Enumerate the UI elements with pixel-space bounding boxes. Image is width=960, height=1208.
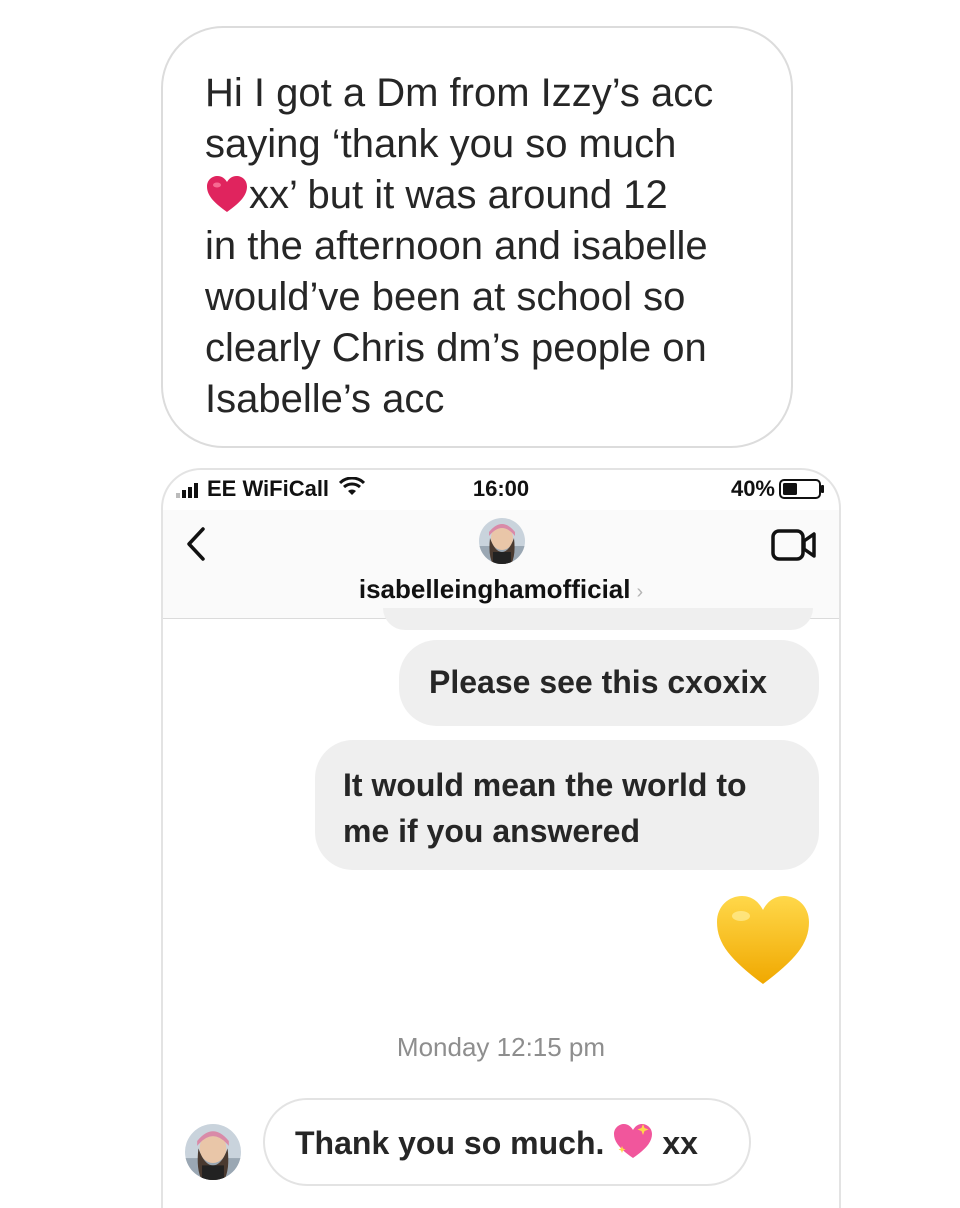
message-text: Please see this cxoxix: [429, 664, 767, 700]
video-call-icon[interactable]: [771, 528, 817, 567]
caption-text: Hi I got a Dm from Izzy’s acc saying ‘th…: [205, 68, 713, 425]
yellow-heart-icon[interactable]: [713, 890, 813, 990]
status-bar: EE WiFiCall 16:00 40%: [163, 470, 839, 510]
caption-line: Isabelle’s acc: [205, 377, 445, 421]
caption-line: saying ‘thank you so much: [205, 122, 677, 166]
sparkling-heart-icon: [612, 1122, 654, 1160]
sender-avatar[interactable]: [185, 1124, 241, 1180]
message-text: It would mean the world to: [343, 767, 747, 803]
battery-icon: [779, 479, 825, 505]
battery-percent: 40%: [730, 476, 775, 501]
back-chevron-icon[interactable]: [185, 526, 207, 567]
outgoing-message[interactable]: It would mean the world to me if you ans…: [315, 740, 819, 870]
message-timestamp: Monday 12:15 pm: [396, 1032, 606, 1062]
caption-line: Hi I got a Dm from Izzy’s acc: [205, 71, 714, 115]
caption-line: would’ve been at school so: [205, 275, 686, 319]
caption-line: in the afternoon and isabelle: [205, 224, 708, 268]
chevron-right-icon: ›: [636, 581, 644, 603]
username-text: isabelleinghamofficial: [358, 574, 631, 604]
previous-message-bubble: [383, 608, 813, 630]
profile-avatar[interactable]: [479, 518, 525, 564]
red-heart-icon: [205, 174, 249, 214]
caption-line-with-heart: xx’ but it was around 12: [205, 170, 713, 221]
incoming-message[interactable]: Thank you so much. xx: [263, 1098, 751, 1186]
outgoing-message[interactable]: Please see this cxoxix: [399, 640, 819, 726]
message-text: Thank you so much.: [295, 1125, 605, 1161]
caption-bubble: Hi I got a Dm from Izzy’s acc saying ‘th…: [161, 26, 793, 448]
chat-username[interactable]: isabelleinghamofficial ›: [163, 574, 839, 605]
caption-line: clearly Chris dm’s people on: [205, 326, 707, 370]
message-text: me if you answered: [343, 813, 640, 849]
caption-line-text: xx’ but it was around 12: [249, 173, 668, 217]
chat-header: isabelleinghamofficial ›: [163, 510, 839, 619]
message-text: xx: [662, 1125, 698, 1161]
dm-screenshot: EE WiFiCall 16:00 40% isabelleinghamoffi…: [161, 468, 841, 1208]
